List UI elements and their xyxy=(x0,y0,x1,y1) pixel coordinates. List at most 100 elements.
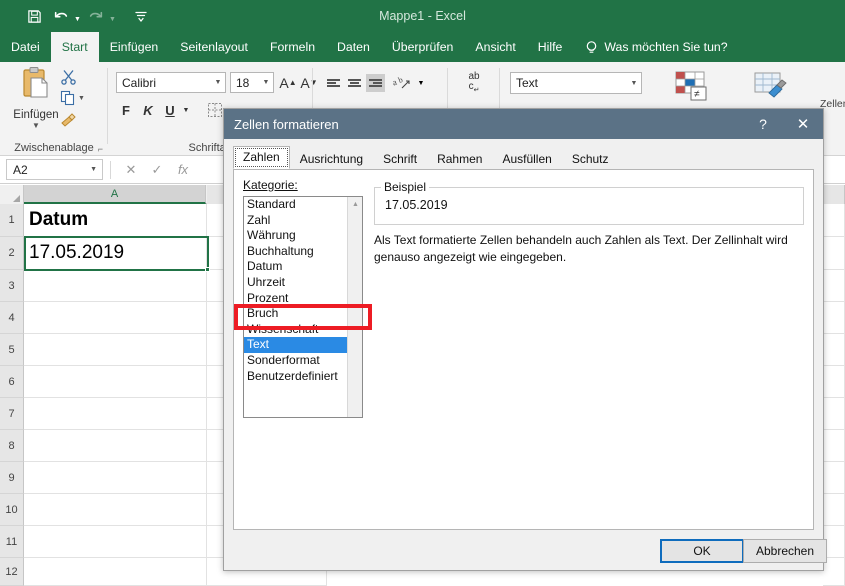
cell-A12[interactable] xyxy=(24,558,207,586)
category-item-uhrzeit[interactable]: Uhrzeit xyxy=(244,275,362,291)
category-item-benutzerdefiniert[interactable]: Benutzerdefiniert xyxy=(244,369,362,385)
accept-icon[interactable]: ✓ xyxy=(144,159,170,181)
category-item-buchhaltung[interactable]: Buchhaltung xyxy=(244,244,362,260)
column-header-a[interactable]: A xyxy=(24,185,206,204)
shrink-font-button[interactable]: A ▼ xyxy=(299,72,319,93)
category-item-zahl[interactable]: Zahl xyxy=(244,213,362,229)
tab-formeln[interactable]: Formeln xyxy=(259,32,326,62)
number-format-chevron-down-icon[interactable]: ▼ xyxy=(627,80,641,87)
dialog-tab-ausrichtung[interactable]: Ausrichtung xyxy=(290,148,373,169)
font-size-chevron-down-icon[interactable]: ▼ xyxy=(259,79,273,86)
tab-seitenlayout[interactable]: Seitenlayout xyxy=(169,32,259,62)
font-size-combo[interactable]: 18 ▼ xyxy=(230,72,274,93)
cell-right-9[interactable] xyxy=(823,462,845,494)
number-format-combo[interactable]: Text ▼ xyxy=(510,72,642,94)
undo-dropdown-icon[interactable]: ▼ xyxy=(74,10,81,23)
underline-button[interactable]: U xyxy=(160,100,180,120)
cell-A8[interactable] xyxy=(24,430,207,462)
category-item-wissenschaft[interactable]: Wissenschaft xyxy=(244,322,362,338)
row-header-3[interactable]: 3 xyxy=(0,270,24,302)
tab-hilfe[interactable]: Hilfe xyxy=(527,32,574,62)
cancel-icon[interactable]: ✕ xyxy=(118,159,144,181)
name-box-chevron-down-icon[interactable]: ▼ xyxy=(90,166,97,173)
cell-right-6[interactable] xyxy=(823,366,845,398)
row-header-4[interactable]: 4 xyxy=(0,302,24,334)
cell-right-7[interactable] xyxy=(823,398,845,430)
orientation-dropdown-icon[interactable]: ▼ xyxy=(415,74,427,92)
paste-dropdown-icon[interactable]: ▼ xyxy=(8,121,64,130)
grow-font-button[interactable]: A ▲ xyxy=(278,72,298,93)
category-listbox[interactable]: Standard Zahl Währung Buchhaltung Datum … xyxy=(243,196,363,418)
align-left-button[interactable] xyxy=(324,74,343,92)
tab-start[interactable]: Start xyxy=(50,32,99,62)
tab-ansicht[interactable]: Ansicht xyxy=(464,32,526,62)
cell-right-2[interactable] xyxy=(823,237,845,270)
cell-A7[interactable] xyxy=(24,398,207,430)
row-header-8[interactable]: 8 xyxy=(0,430,24,462)
format-painter-button[interactable] xyxy=(60,112,77,128)
redo-dropdown-icon[interactable]: ▼ xyxy=(109,10,116,23)
row-header-10[interactable]: 10 xyxy=(0,494,24,526)
cancel-button[interactable]: Abbrechen xyxy=(743,539,827,563)
undo-icon[interactable] xyxy=(49,4,73,28)
row-header-5[interactable]: 5 xyxy=(0,334,24,366)
copy-button[interactable]: ▼ xyxy=(60,90,85,106)
customize-qat-icon[interactable] xyxy=(129,4,153,28)
tab-daten[interactable]: Daten xyxy=(326,32,381,62)
wrap-text-button[interactable]: ab c↵ xyxy=(460,70,488,98)
underline-dropdown-icon[interactable]: ▼ xyxy=(180,100,192,120)
dialog-tab-rahmen[interactable]: Rahmen xyxy=(427,148,492,169)
dialog-tab-ausfuellen[interactable]: Ausfüllen xyxy=(492,148,561,169)
cell-A6[interactable] xyxy=(24,366,207,398)
paste-button[interactable]: Einfügen ▼ xyxy=(8,66,64,130)
category-item-prozent[interactable]: Prozent xyxy=(244,291,362,307)
row-header-11[interactable]: 11 xyxy=(0,526,24,558)
tab-ueberpruefen[interactable]: Überprüfen xyxy=(381,32,465,62)
cell-right-8[interactable] xyxy=(823,430,845,462)
font-name-combo[interactable]: Calibri ▼ xyxy=(116,72,226,93)
dialog-tab-zahlen[interactable]: Zahlen xyxy=(233,146,290,169)
category-item-datum[interactable]: Datum xyxy=(244,259,362,275)
ok-button[interactable]: OK xyxy=(660,539,744,563)
cell-A10[interactable] xyxy=(24,494,207,526)
category-item-text[interactable]: Text xyxy=(244,337,362,353)
italic-button[interactable]: K xyxy=(138,100,158,120)
bold-button[interactable]: F xyxy=(116,100,136,120)
redo-icon[interactable] xyxy=(84,4,108,28)
category-item-standard[interactable]: Standard xyxy=(244,197,362,213)
orientation-button[interactable]: a b xyxy=(390,74,414,92)
row-header-6[interactable]: 6 xyxy=(0,366,24,398)
save-icon[interactable] xyxy=(22,4,46,28)
cell-A4[interactable] xyxy=(24,302,207,334)
name-box[interactable]: A2 ▼ xyxy=(6,159,103,180)
insert-function-icon[interactable]: fx xyxy=(170,159,196,181)
category-item-waehrung[interactable]: Währung xyxy=(244,228,362,244)
align-right-button[interactable] xyxy=(366,74,385,92)
font-name-chevron-down-icon[interactable]: ▼ xyxy=(211,79,225,86)
close-icon[interactable]: ✕ xyxy=(783,109,823,139)
cell-right-5[interactable] xyxy=(823,334,845,366)
tab-datei[interactable]: Datei xyxy=(0,32,51,62)
row-header-12[interactable]: 12 xyxy=(0,558,24,586)
fill-handle[interactable] xyxy=(205,267,210,272)
tab-einfuegen[interactable]: Einfügen xyxy=(99,32,170,62)
cell-right-3[interactable] xyxy=(823,270,845,302)
cell-A3[interactable] xyxy=(24,270,207,302)
clipboard-dialog-launcher[interactable]: ⌐ xyxy=(98,144,103,154)
cell-A11[interactable] xyxy=(24,526,207,558)
dialog-tab-schutz[interactable]: Schutz xyxy=(562,148,619,169)
cell-A9[interactable] xyxy=(24,462,207,494)
cell-right-10[interactable] xyxy=(823,494,845,526)
cell-right-4[interactable] xyxy=(823,302,845,334)
category-scrollbar[interactable]: ▲ xyxy=(347,197,362,417)
copy-dropdown-icon[interactable]: ▼ xyxy=(78,95,85,102)
cell-right-1[interactable] xyxy=(823,204,845,237)
row-header-2[interactable]: 2 xyxy=(0,237,24,270)
row-header-7[interactable]: 7 xyxy=(0,398,24,430)
row-header-9[interactable]: 9 xyxy=(0,462,24,494)
category-item-sonderformat[interactable]: Sonderformat xyxy=(244,353,362,369)
dialog-tab-schrift[interactable]: Schrift xyxy=(373,148,427,169)
align-center-button[interactable] xyxy=(345,74,364,92)
scroll-up-icon[interactable]: ▲ xyxy=(348,197,362,211)
cut-button[interactable] xyxy=(60,68,77,85)
